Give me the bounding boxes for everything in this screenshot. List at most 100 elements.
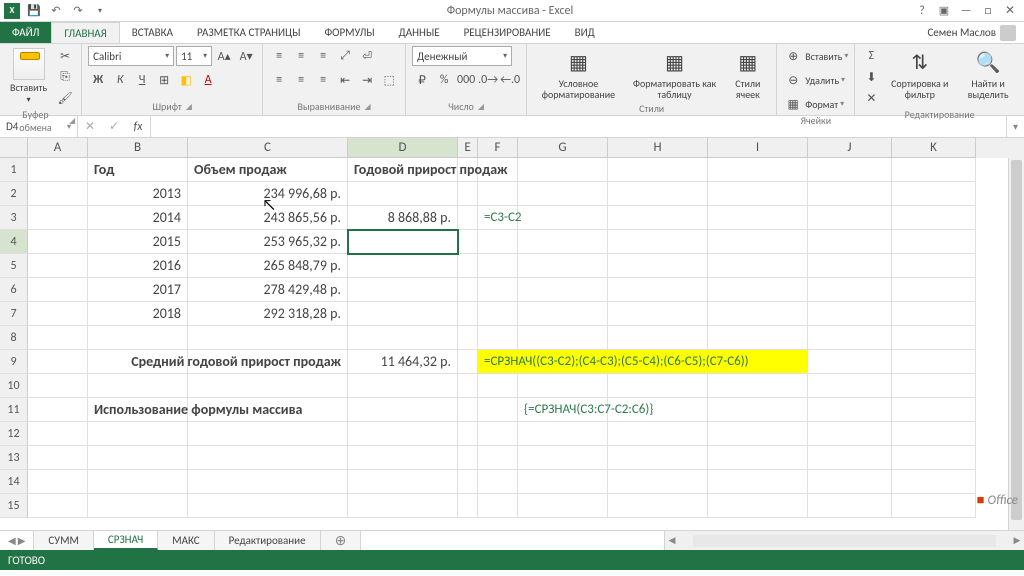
cell-E8[interactable] [458, 326, 478, 350]
cell-A14[interactable] [28, 470, 88, 494]
row-header-7[interactable]: 7 [0, 302, 28, 326]
cell-D5[interactable] [348, 254, 458, 278]
cell-H1[interactable] [608, 158, 708, 182]
cell-A11[interactable] [28, 398, 88, 422]
row-header-11[interactable]: 11 [0, 398, 28, 422]
cell-K6[interactable] [892, 278, 976, 302]
cell-F15[interactable] [478, 494, 518, 518]
cell-K1[interactable] [892, 158, 976, 182]
cell-D8[interactable] [348, 326, 458, 350]
cell-B13[interactable] [88, 446, 188, 470]
cell-B7[interactable]: 2018 [88, 302, 188, 326]
cell-I2[interactable] [708, 182, 808, 206]
row-header-13[interactable]: 13 [0, 446, 28, 470]
underline-icon[interactable]: Ч [132, 70, 152, 90]
column-header-E[interactable]: E [458, 138, 478, 158]
cell-K14[interactable] [892, 470, 976, 494]
cell-A4[interactable] [28, 230, 88, 254]
font-name-combo[interactable]: Calibri▾ [88, 46, 174, 66]
cell-H12[interactable] [608, 422, 708, 446]
cell-G11[interactable]: {=СРЗНАЧ(C3:C7-C2:C6)} [518, 398, 608, 422]
cell-G6[interactable] [518, 278, 608, 302]
tab-formulas[interactable]: ФОРМУЛЫ [312, 22, 386, 43]
cell-H3[interactable] [608, 206, 708, 230]
cell-C9[interactable]: Средний годовой прирост продаж [188, 350, 348, 374]
ribbon-options-icon[interactable]: ▣ [934, 2, 954, 20]
cell-E6[interactable] [458, 278, 478, 302]
column-header-G[interactable]: G [518, 138, 608, 158]
row-header-15[interactable]: 15 [0, 494, 28, 518]
cell-D4[interactable] [348, 230, 458, 254]
cell-G7[interactable] [518, 302, 608, 326]
cell-D10[interactable] [348, 374, 458, 398]
cell-K10[interactable] [892, 374, 976, 398]
help-icon[interactable]: ? [912, 2, 932, 20]
sheet-nav[interactable]: ◀▶ [0, 531, 34, 550]
cell-F3[interactable]: =C3-C2 [478, 206, 518, 230]
cell-H7[interactable] [608, 302, 708, 326]
cell-H2[interactable] [608, 182, 708, 206]
cell-F14[interactable] [478, 470, 518, 494]
cell-E12[interactable] [458, 422, 478, 446]
cell-D1[interactable]: Годовой прирост продаж [348, 158, 458, 182]
tab-home[interactable]: ГЛАВНАЯ [51, 22, 119, 43]
cell-F2[interactable] [478, 182, 518, 206]
copy-icon[interactable]: ⎘ [55, 67, 75, 87]
cell-J11[interactable] [808, 398, 892, 422]
cell-K4[interactable] [892, 230, 976, 254]
cell-K12[interactable] [892, 422, 976, 446]
cell-A8[interactable] [28, 326, 88, 350]
cell-E7[interactable] [458, 302, 478, 326]
currency-icon[interactable]: ₽ [412, 70, 432, 90]
cell-A3[interactable] [28, 206, 88, 230]
wrap-text-icon[interactable]: ⏎ [357, 46, 377, 66]
cell-F13[interactable] [478, 446, 518, 470]
cell-B11[interactable]: Использование формулы массива [88, 398, 188, 422]
undo-icon[interactable]: ↶ [48, 3, 64, 19]
cell-E11[interactable] [458, 398, 478, 422]
cell-F5[interactable] [478, 254, 518, 278]
cell-B6[interactable]: 2017 [88, 278, 188, 302]
tab-review[interactable]: РЕЦЕНЗИРОВАНИЕ [452, 22, 563, 43]
cell-F11[interactable] [478, 398, 518, 422]
column-header-H[interactable]: H [608, 138, 708, 158]
cell-E2[interactable] [458, 182, 478, 206]
cell-A1[interactable] [28, 158, 88, 182]
cell-K13[interactable] [892, 446, 976, 470]
align-bottom-icon[interactable]: ≡ [313, 46, 333, 66]
cell-E13[interactable] [458, 446, 478, 470]
cell-B8[interactable] [88, 326, 188, 350]
cell-C2[interactable]: 234 996,68 р. [188, 182, 348, 206]
insert-cells-icon[interactable]: ⊕ [783, 46, 803, 66]
cell-K9[interactable] [892, 350, 976, 374]
orientation-icon[interactable]: ⤢ [335, 46, 355, 66]
conditional-format-button[interactable]: ▦Условное форматирование [533, 46, 624, 102]
sheet-tab-average[interactable]: СРЗНАЧ [94, 531, 158, 550]
cell-J3[interactable] [808, 206, 892, 230]
cell-D12[interactable] [348, 422, 458, 446]
cell-H15[interactable] [608, 494, 708, 518]
sort-filter-button[interactable]: ⇅Сортировка и фильтр [885, 46, 954, 102]
cell-H4[interactable] [608, 230, 708, 254]
cell-H14[interactable] [608, 470, 708, 494]
border-icon[interactable]: ⊞ [154, 70, 174, 90]
cell-G2[interactable] [518, 182, 608, 206]
column-header-J[interactable]: J [808, 138, 892, 158]
tab-view[interactable]: ВИД [563, 22, 607, 43]
cell-K8[interactable] [892, 326, 976, 350]
row-header-8[interactable]: 8 [0, 326, 28, 350]
cell-A10[interactable] [28, 374, 88, 398]
cell-K2[interactable] [892, 182, 976, 206]
fill-icon[interactable]: ⬇ [861, 67, 881, 87]
redo-icon[interactable]: ↷ [70, 3, 86, 19]
minimize-icon[interactable]: — [956, 2, 976, 20]
cell-F4[interactable] [478, 230, 518, 254]
cell-G5[interactable] [518, 254, 608, 278]
fill-color-icon[interactable]: ◧ [176, 70, 196, 90]
cell-B3[interactable]: 2014 [88, 206, 188, 230]
row-header-1[interactable]: 1 [0, 158, 28, 182]
sheet-tab-editing[interactable]: Редактирование [215, 531, 321, 550]
cell-E14[interactable] [458, 470, 478, 494]
format-painter-icon[interactable]: 🖌 [55, 88, 75, 108]
cell-F9[interactable]: =СРЗНАЧ((C3-C2);(C4-C3);(C5-C4);(C6-C5);… [478, 350, 518, 374]
